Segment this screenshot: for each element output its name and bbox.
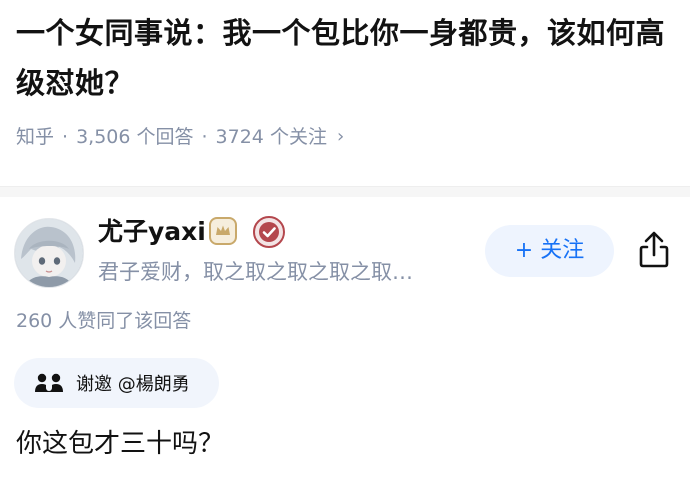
avatar-illustration-icon <box>15 219 83 287</box>
invite-text: 谢邀 @楊朗勇 <box>76 374 190 395</box>
question-meta[interactable]: 知乎 · 3,506 个回答 · 3724 个关注 › <box>16 122 344 152</box>
zhihu-answer-page: 一个女同事说：我一个包比你一身都贵，该如何高级怼她？ 知乎 · 3,506 个回… <box>0 0 690 483</box>
verified-badge-icon[interactable] <box>253 216 285 248</box>
chevron-right-icon: › <box>336 126 345 147</box>
avatar[interactable] <box>14 218 84 288</box>
answer-content: 你这包才三十吗？ <box>16 429 225 459</box>
upvote-summary: 260 人赞同了该回答 <box>16 310 192 332</box>
follow-button[interactable]: + 关注 <box>485 225 614 277</box>
author-bio: 君子爱财，取之取之取之取之取… <box>98 260 413 284</box>
question-title[interactable]: 一个女同事说：我一个包比你一身都贵，该如何高级怼她？ <box>16 8 676 108</box>
source-label: 知乎 <box>16 126 55 148</box>
author-name[interactable]: 尤子yaxi <box>98 214 206 250</box>
follow-count: 3724 个关注 <box>215 126 327 148</box>
answer-count: 3,506 个回答 <box>76 126 194 148</box>
separator-dot: · <box>62 126 69 148</box>
invite-people-icon <box>34 371 64 395</box>
separator-dot: · <box>201 126 208 148</box>
level-badge-icon[interactable] <box>209 217 237 245</box>
invite-tag[interactable]: 谢邀 @楊朗勇 <box>14 358 219 408</box>
section-divider <box>0 186 690 197</box>
share-icon[interactable] <box>636 230 672 270</box>
